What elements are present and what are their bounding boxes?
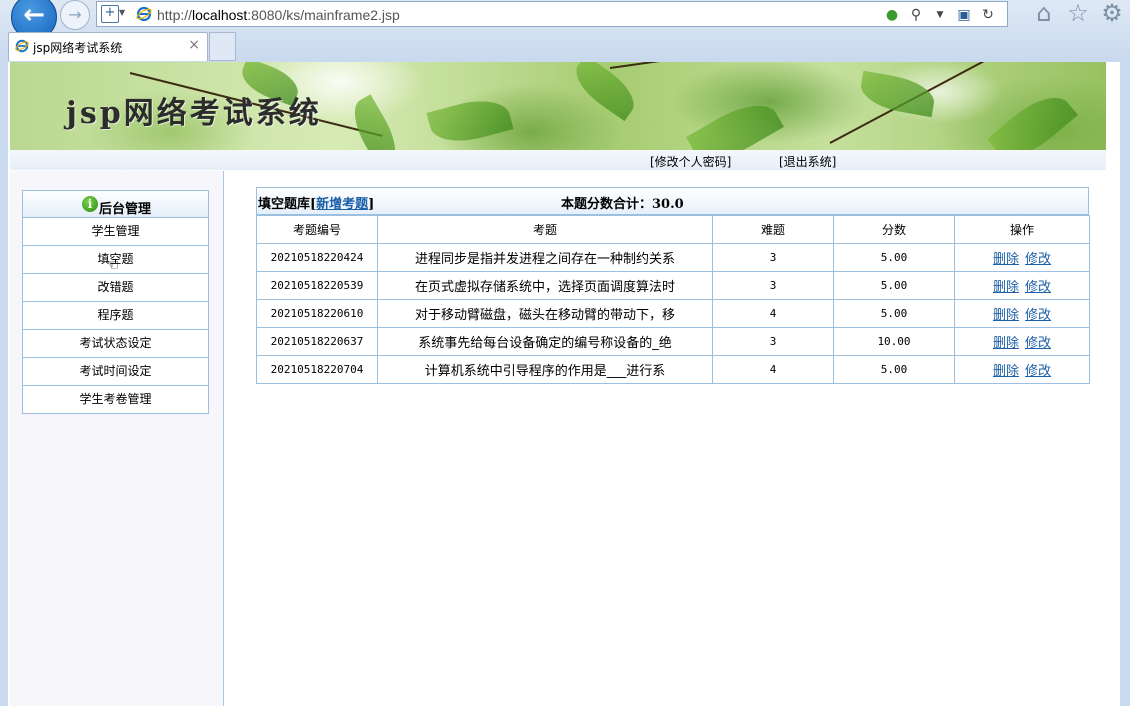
score-cell: 5.00	[833, 271, 955, 300]
col-header-score: 分数	[833, 215, 955, 244]
sidebar-item-error-correction[interactable]: 改错题	[22, 274, 209, 302]
page-icon[interactable]: ▣	[955, 6, 973, 24]
question-table: 考题编号 考题 难题 分数 操作 20210518220424 进程同步是指并发进…	[256, 215, 1090, 384]
tab-title: jsp网络考试系统	[33, 41, 123, 55]
table-row: 20210518220424 进程同步是指并发进程之间存在一种制约关系 3 5.00 删…	[256, 243, 1090, 272]
score-cell: 10.00	[833, 327, 955, 356]
sidebar-heading: i 后台管理	[22, 190, 209, 218]
sidebar-menu: i 后台管理 学生管理 填空题 改错题 程序题 考试状态设定 考试时间设定 学生…	[22, 190, 209, 414]
banner-leaf	[857, 70, 938, 118]
difficulty-cell: 3	[712, 327, 834, 356]
top-nav-bar: [修改个人密码] [退出系统]	[10, 150, 1106, 170]
ie-page-icon	[136, 6, 152, 22]
banner-leaf	[426, 92, 514, 150]
question-id-cell: 20210518220704	[256, 355, 378, 384]
banner-leaf	[567, 62, 643, 122]
difficulty-cell: 3	[712, 271, 834, 300]
actions-cell: 删除 修改	[954, 271, 1090, 300]
difficulty-cell: 4	[712, 355, 834, 384]
question-id-cell: 20210518220539	[256, 271, 378, 300]
score-cell: 5.00	[833, 243, 955, 272]
window-border-right	[1120, 62, 1130, 706]
delete-link[interactable]: 删除	[993, 280, 1019, 295]
edit-link[interactable]: 修改	[1025, 364, 1051, 379]
col-header-topic: 考题	[377, 215, 713, 244]
new-tab-button[interactable]	[209, 32, 236, 61]
question-topic-cell: 在页式虚拟存储系统中，选择页面调度算法时	[377, 271, 713, 300]
sidebar-item-program[interactable]: 程序题	[22, 302, 209, 330]
table-row: 20210518220704 计算机系统中引导程序的作用是___进行系 4 5.00 删…	[256, 355, 1090, 384]
question-topic-cell: 进程同步是指并发进程之间存在一种制约关系	[377, 243, 713, 272]
logout-link[interactable]: [退出系统]	[779, 153, 836, 170]
actions-cell: 删除 修改	[954, 355, 1090, 384]
browser-tab[interactable]: jsp网络考试系统 ×	[8, 32, 208, 61]
edit-link[interactable]: 修改	[1025, 280, 1051, 295]
home-icon[interactable]: ⌂	[1030, 0, 1058, 28]
change-password-link[interactable]: [修改个人密码]	[650, 153, 731, 170]
score-cell: 5.00	[833, 299, 955, 328]
search-icon[interactable]: ⚲	[907, 6, 925, 24]
mouse-cursor-icon: ☜	[105, 255, 120, 274]
question-topic-cell: 对于移动臂磁盘，磁头在移动臂的带动下，移	[377, 299, 713, 328]
table-body: 20210518220424 进程同步是指并发进程之间存在一种制约关系 3 5.00 删…	[256, 243, 1090, 384]
question-id-cell: 20210518220637	[256, 327, 378, 356]
banner-leaf	[686, 92, 784, 150]
edit-link[interactable]: 修改	[1025, 308, 1051, 323]
gear-icon[interactable]: ⚙	[1098, 0, 1126, 28]
col-header-actions: 操作	[954, 215, 1090, 244]
sidebar-item-student-management[interactable]: 学生管理	[22, 218, 209, 246]
chevron-down-icon[interactable]: ▼	[119, 8, 125, 17]
question-id-cell: 20210518220424	[256, 243, 378, 272]
edit-link[interactable]: 修改	[1025, 336, 1051, 351]
compat-view-icon[interactable]: ●	[883, 6, 901, 24]
url-text[interactable]: http://localhost:8080/ks/mainframe2.jsp	[157, 7, 400, 23]
browser-chrome: ← → + ▼ http://localhost:8080/ks/mainfra…	[0, 0, 1130, 62]
window-border-left	[0, 62, 8, 706]
delete-link[interactable]: 删除	[993, 252, 1019, 267]
refresh-icon[interactable]: ↻	[979, 6, 997, 24]
question-id-cell: 20210518220610	[256, 299, 378, 328]
table-header-row: 考题编号 考题 难题 分数 操作	[256, 215, 1090, 244]
forward-button[interactable]: →	[60, 0, 90, 30]
add-site-icon[interactable]: +	[101, 5, 119, 23]
delete-link[interactable]: 删除	[993, 336, 1019, 351]
sidebar-item-exam-time[interactable]: 考试时间设定	[22, 358, 209, 386]
search-dropdown-icon[interactable]: ▼	[931, 6, 949, 24]
edit-link[interactable]: 修改	[1025, 252, 1051, 267]
favorites-star-icon[interactable]: ☆	[1064, 0, 1092, 28]
add-question-link[interactable]: 新增考题	[316, 197, 368, 212]
table-row: 20210518220539 在页式虚拟存储系统中，选择页面调度算法时 3 5.00 删…	[256, 271, 1090, 300]
score-total: 本题分数合计：30.0	[561, 197, 684, 212]
sidebar-item-exam-paper[interactable]: 学生考卷管理	[22, 386, 209, 414]
difficulty-cell: 4	[712, 299, 834, 328]
address-bar[interactable]: + ▼ http://localhost:8080/ks/mainframe2.…	[96, 1, 1008, 27]
bank-title: 填空题库[新增考题]	[258, 197, 375, 212]
panel-title-row: 填空题库[新增考题] 本题分数合计：30.0	[256, 187, 1089, 215]
header-banner: jsp网络考试系统	[10, 62, 1106, 151]
tab-close-button[interactable]: ×	[188, 37, 200, 53]
ie-tab-icon	[15, 39, 29, 53]
actions-cell: 删除 修改	[954, 327, 1090, 356]
question-topic-cell: 计算机系统中引导程序的作用是___进行系	[377, 355, 713, 384]
system-title: jsp网络考试系统	[66, 96, 322, 131]
col-header-difficulty: 难题	[712, 215, 834, 244]
banner-leaf	[344, 94, 406, 150]
delete-link[interactable]: 删除	[993, 364, 1019, 379]
actions-cell: 删除 修改	[954, 243, 1090, 272]
col-header-id: 考题编号	[256, 215, 378, 244]
actions-cell: 删除 修改	[954, 299, 1090, 328]
banner-leaf	[987, 84, 1078, 150]
score-cell: 5.00	[833, 355, 955, 384]
difficulty-cell: 3	[712, 243, 834, 272]
sidebar-item-exam-status[interactable]: 考试状态设定	[22, 330, 209, 358]
delete-link[interactable]: 删除	[993, 308, 1019, 323]
question-topic-cell: 系统事先给每台设备确定的编号称设备的_绝	[377, 327, 713, 356]
info-icon: i	[82, 196, 98, 212]
table-row: 20210518220637 系统事先给每台设备确定的编号称设备的_绝 3 10.00…	[256, 327, 1090, 356]
table-row: 20210518220610 对于移动臂磁盘，磁头在移动臂的带动下，移 4 5.00 删…	[256, 299, 1090, 328]
question-bank-panel: 填空题库[新增考题] 本题分数合计：30.0 考题编号 考题 难题 分数 操作 …	[256, 187, 1090, 384]
sidebar-heading-label: 后台管理	[99, 202, 152, 217]
banner-branch	[609, 62, 828, 69]
